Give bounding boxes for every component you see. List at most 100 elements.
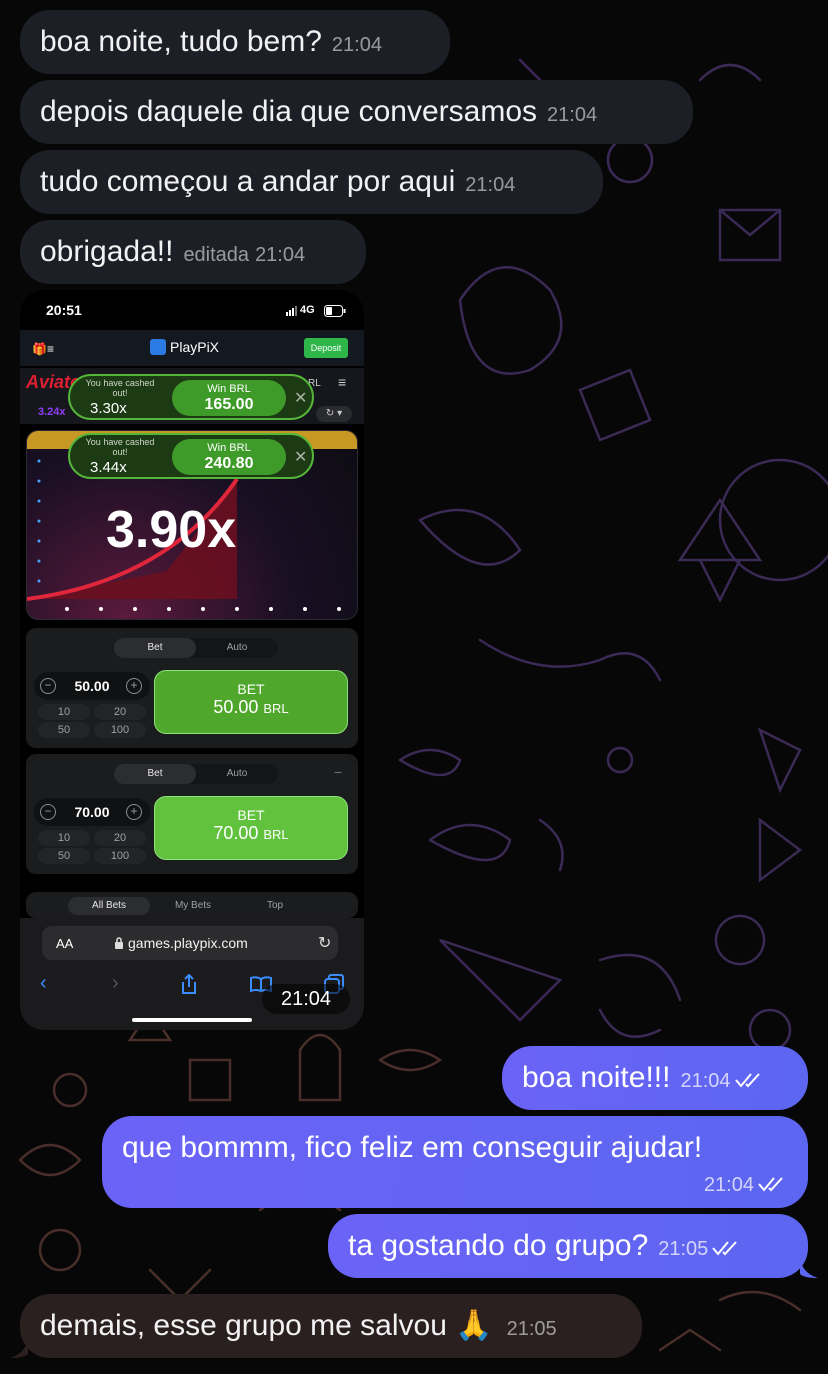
remove-panel-icon[interactable]: − xyxy=(334,764,342,780)
quick-amount-chip[interactable]: 20 xyxy=(94,830,146,846)
deposit-button[interactable]: Deposit xyxy=(304,338,348,358)
bets-tabs: All Bets My Bets Top xyxy=(26,892,358,918)
battery-icon xyxy=(324,305,346,317)
signal-icon xyxy=(286,306,297,316)
forward-icon[interactable]: › xyxy=(112,972,119,995)
close-icon[interactable]: ✕ xyxy=(294,388,307,408)
praying-hands-emoji: 🙏 xyxy=(455,1309,493,1342)
message-time: 21:05 xyxy=(506,1318,557,1340)
message-text: que bommm, fico feliz em conseguir ajuda… xyxy=(122,1131,703,1164)
incoming-message[interactable]: depois daquele dia que conversamos 21:04 xyxy=(20,80,693,144)
cashout-label: You have cashed out! xyxy=(85,437,155,457)
read-receipt-icon xyxy=(734,1073,760,1088)
win-amount: 240.80 xyxy=(204,455,254,472)
current-multiplier: 3.90x xyxy=(106,501,237,559)
history-multiplier: 3.24x xyxy=(38,406,66,418)
bet-button-amount: 50.00 BRL xyxy=(213,697,289,717)
incoming-message[interactable]: obrigada!! editada 21:04 xyxy=(20,220,366,284)
brand-mark-icon xyxy=(150,339,166,355)
bet-button[interactable]: BET 50.00 BRL xyxy=(154,670,348,734)
plus-icon[interactable]: + xyxy=(126,678,142,694)
tab-bet[interactable]: Bet xyxy=(114,638,196,658)
history-toggle-icon[interactable]: ↻ ▾ xyxy=(316,406,352,422)
incoming-message[interactable]: demais, esse grupo me salvou 🙏 21:05 xyxy=(20,1294,642,1358)
read-receipt-icon xyxy=(758,1177,783,1192)
url-text: games.playpix.com xyxy=(128,935,248,951)
incoming-message[interactable]: tudo começou a andar por aqui 21:04 xyxy=(20,150,603,214)
message-time: 21:04 xyxy=(262,984,350,1014)
read-receipt-icon xyxy=(712,1241,738,1256)
quick-amount-chip[interactable]: 20 xyxy=(94,704,146,720)
message-text: depois daquele dia que conversamos xyxy=(40,95,538,128)
amount-stepper: − 70.00 + xyxy=(34,798,150,826)
bet-mode-switch: Bet Auto xyxy=(114,638,278,658)
edited-label: editada xyxy=(183,244,250,266)
tab-my-bets[interactable]: My Bets xyxy=(152,897,234,915)
back-icon[interactable]: ‹ xyxy=(40,972,47,995)
bet-panel: Bet Auto − − 70.00 + 10 20 50 100 BET 70… xyxy=(26,754,358,874)
bet-amount[interactable]: 50.00 xyxy=(62,678,122,694)
share-icon[interactable] xyxy=(180,974,198,994)
message-time: 21:04 xyxy=(680,1070,731,1092)
quick-amount-chip[interactable]: 50 xyxy=(38,848,90,864)
reload-icon[interactable]: ↻ xyxy=(318,933,331,953)
network-indicator: 4G xyxy=(300,304,315,316)
tab-auto[interactable]: Auto xyxy=(196,638,278,658)
quick-amount-chip[interactable]: 50 xyxy=(38,722,90,738)
tab-top[interactable]: Top xyxy=(234,897,316,915)
bet-button-title: BET xyxy=(237,681,265,697)
screenshot-image-message[interactable]: 20:51 4G 🎁≡ PlayPiX Deposit Aviator RL ≡… xyxy=(20,290,364,1030)
win-label: Win BRL xyxy=(207,383,251,395)
amount-stepper: − 50.00 + xyxy=(34,672,150,700)
cashout-label: You have cashed out! xyxy=(85,378,155,398)
bubble-tail xyxy=(800,1260,818,1278)
minus-icon[interactable]: − xyxy=(40,804,56,820)
message-time: 21:04 xyxy=(547,104,598,126)
outgoing-message[interactable]: ta gostando do grupo? 21:05 xyxy=(328,1214,808,1278)
bet-button-title: BET xyxy=(237,807,265,823)
message-time: 21:04 xyxy=(465,174,516,196)
quick-amount-chip[interactable]: 10 xyxy=(38,704,90,720)
message-text: boa noite, tudo bem? xyxy=(40,25,322,58)
message-text: tudo começou a andar por aqui xyxy=(40,165,456,198)
message-time: 21:04 xyxy=(703,1174,754,1196)
message-text: demais, esse grupo me salvou xyxy=(40,1309,447,1342)
bet-button-amount: 70.00 BRL xyxy=(213,823,289,843)
quick-amount-chip[interactable]: 100 xyxy=(94,848,146,864)
tab-bet[interactable]: Bet xyxy=(114,764,196,784)
bet-mode-switch: Bet Auto xyxy=(114,764,278,784)
outgoing-message[interactable]: que bommm, fico feliz em conseguir ajuda… xyxy=(102,1116,808,1208)
bubble-tail xyxy=(10,1340,28,1358)
message-text: obrigada!! xyxy=(40,235,174,268)
cashout-toast: You have cashed out! 3.44x Win BRL 240.8… xyxy=(68,433,314,479)
win-label: Win BRL xyxy=(207,442,251,454)
reader-aa-button[interactable]: AA xyxy=(56,936,73,951)
win-badge: Win BRL 240.80 xyxy=(172,439,286,475)
outgoing-message[interactable]: boa noite!!! 21:04 xyxy=(502,1046,808,1110)
gift-menu-icon[interactable]: 🎁≡ xyxy=(32,342,54,356)
home-indicator xyxy=(132,1018,252,1022)
message-text: boa noite!!! xyxy=(522,1061,671,1094)
message-text: ta gostando do grupo? xyxy=(348,1229,649,1262)
brand-logo: PlayPiX xyxy=(150,339,219,355)
lock-icon xyxy=(115,937,123,949)
message-time: 21:04 xyxy=(255,244,306,266)
win-badge: Win BRL 165.00 xyxy=(172,380,286,416)
bet-panel: Bet Auto − 50.00 + 10 20 50 100 BET 50.0… xyxy=(26,628,358,748)
address-bar[interactable]: AA games.playpix.com ↻ xyxy=(42,926,338,960)
cashout-multiplier: 3.30x xyxy=(90,400,127,417)
cashout-multiplier: 3.44x xyxy=(90,459,127,476)
phone-clock: 20:51 xyxy=(46,302,82,318)
quick-amount-chip[interactable]: 10 xyxy=(38,830,90,846)
tab-auto[interactable]: Auto xyxy=(196,764,278,784)
quick-amount-chip[interactable]: 100 xyxy=(94,722,146,738)
incoming-message[interactable]: boa noite, tudo bem? 21:04 xyxy=(20,10,450,74)
message-time: 21:05 xyxy=(658,1238,709,1260)
minus-icon[interactable]: − xyxy=(40,678,56,694)
game-menu-icon[interactable]: ≡ xyxy=(338,374,346,390)
bet-button[interactable]: BET 70.00 BRL xyxy=(154,796,348,860)
plus-icon[interactable]: + xyxy=(126,804,142,820)
tab-all-bets[interactable]: All Bets xyxy=(68,897,150,915)
bet-amount[interactable]: 70.00 xyxy=(62,804,122,820)
close-icon[interactable]: ✕ xyxy=(294,447,307,467)
